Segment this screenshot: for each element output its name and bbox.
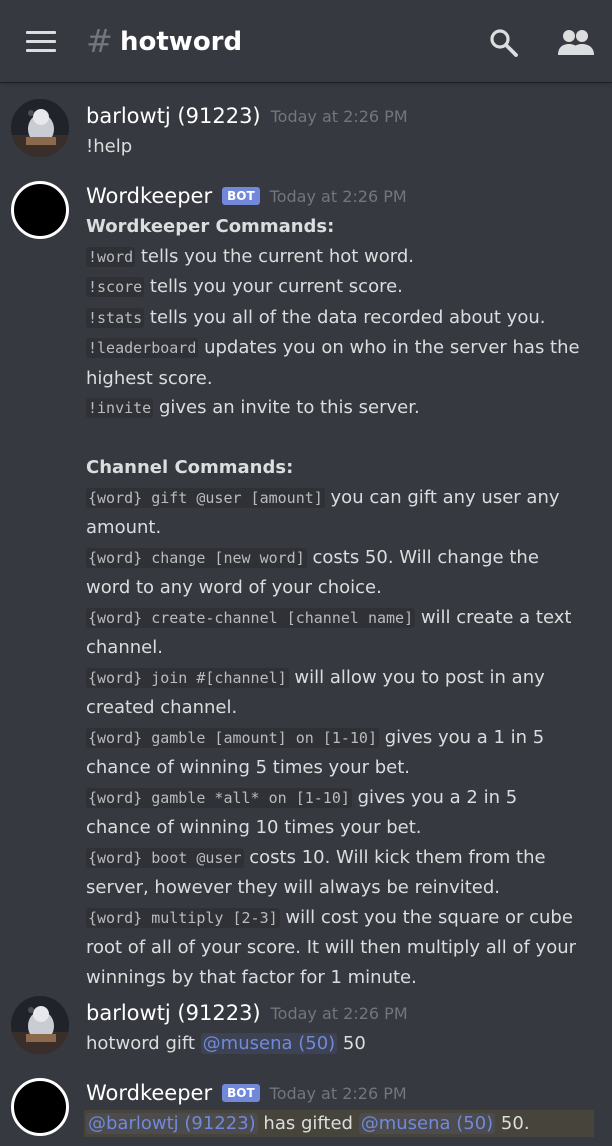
command-code: {word} create-channel [channel name] <box>86 607 416 628</box>
command-code: {word} gift @user [amount] <box>86 487 325 508</box>
bot-avatar[interactable] <box>11 181 69 239</box>
command-line: {word} gift @user [amount] you can gift … <box>86 483 586 543</box>
command-code: !leaderboard <box>86 338 199 358</box>
message-meta: barlowtj (91223) Today at 2:26 PM <box>86 101 408 131</box>
command-description: tells you all of the data recorded about… <box>144 306 546 328</box>
command-code: !stats <box>86 307 145 328</box>
command-line: {word} multiply [2-3] will cost you the … <box>86 903 586 993</box>
bot-tag: BOT <box>222 1084 260 1102</box>
command-line: {word} create-channel [channel name] wil… <box>86 603 586 663</box>
commands-heading: Wordkeeper Commands: <box>86 216 335 237</box>
command-line: {word} change [new word] costs 50. Will … <box>86 543 586 603</box>
command-code: {word} boot @user <box>86 847 244 868</box>
search-icon[interactable] <box>489 28 519 58</box>
command-description: tells you the current hot word. <box>135 245 414 267</box>
channel-hash-icon: # <box>86 22 113 60</box>
command-line: {word} join #[channel] will allow you to… <box>86 663 586 723</box>
command-line: !invite gives an invite to this server. <box>86 393 586 424</box>
message-text: !help <box>86 136 133 157</box>
message-content: hotword gift @musena (50) 50 <box>86 1029 586 1059</box>
channel-name: hotword <box>120 27 243 57</box>
message-text: 50 <box>337 1033 366 1054</box>
timestamp: Today at 2:26 PM <box>270 1003 408 1023</box>
message-content: !help <box>86 132 586 162</box>
command-code: {word} join #[channel] <box>86 667 289 688</box>
command-code: !invite <box>86 398 154 418</box>
user-mention[interactable]: @musena (50) <box>358 1113 496 1134</box>
members-icon[interactable] <box>557 29 595 55</box>
command-code: {word} gamble [amount] on [1-10] <box>86 727 379 748</box>
user-mention[interactable]: @musena (50) <box>200 1033 338 1054</box>
user-mention[interactable]: @barlowtj (91223) <box>86 1113 258 1134</box>
command-code: {word} change [new word] <box>86 547 307 568</box>
user-avatar[interactable] <box>11 99 69 157</box>
message-text: has gifted <box>257 1113 359 1134</box>
command-line: {word} gamble *all* on [1-10] gives you … <box>86 783 586 843</box>
hamburger-menu-icon[interactable] <box>26 31 56 53</box>
command-code: !score <box>86 277 145 297</box>
channel-header: # hotword <box>0 0 612 82</box>
message-meta: Wordkeeper BOT Today at 2:26 PM <box>86 181 407 211</box>
author-name[interactable]: barlowtj (91223) <box>86 1001 261 1025</box>
message-content: Wordkeeper Commands: !word tells you the… <box>86 212 586 992</box>
message-meta: barlowtj (91223) Today at 2:26 PM <box>86 998 408 1028</box>
command-description: tells you your current score. <box>144 276 403 297</box>
message: Wordkeeper BOT Today at 2:26 PM @barlowt… <box>0 1078 612 1146</box>
message-content: @barlowtj (91223) has gifted @musena (50… <box>86 1109 586 1139</box>
message: barlowtj (91223) Today at 2:26 PM hotwor… <box>0 996 612 1059</box>
command-code: {word} multiply [2-3] <box>86 907 280 928</box>
channel-commands-heading: Channel Commands: <box>86 457 294 478</box>
author-name[interactable]: barlowtj (91223) <box>86 104 261 128</box>
command-code: {word} gamble *all* on [1-10] <box>86 787 352 808</box>
timestamp: Today at 2:26 PM <box>269 186 407 206</box>
message-meta: Wordkeeper BOT Today at 2:26 PM <box>86 1078 407 1108</box>
command-description: gives an invite to this server. <box>153 397 420 418</box>
command-line: !word tells you the current hot word. <box>86 242 586 273</box>
command-line: !score tells you your current score. <box>86 272 586 303</box>
timestamp: Today at 2:26 PM <box>270 106 408 126</box>
message-text: 50. <box>495 1113 530 1134</box>
command-code: !word <box>86 246 136 267</box>
message-text: hotword gift <box>86 1033 201 1054</box>
author-name[interactable]: Wordkeeper <box>86 184 212 208</box>
user-avatar[interactable] <box>11 996 69 1054</box>
timestamp: Today at 2:26 PM <box>269 1083 407 1103</box>
command-line: !stats tells you all of the data recorde… <box>86 303 586 334</box>
bot-avatar[interactable] <box>11 1078 69 1136</box>
author-name[interactable]: Wordkeeper <box>86 1081 212 1105</box>
message: barlowtj (91223) Today at 2:26 PM !help <box>0 99 612 162</box>
command-line: {word} gamble [amount] on [1-10] gives y… <box>86 723 586 783</box>
message: Wordkeeper BOT Today at 2:26 PM Wordkeep… <box>0 181 612 988</box>
command-line: !leaderboard updates you on who in the s… <box>86 333 586 393</box>
bot-tag: BOT <box>222 187 260 205</box>
command-line: {word} boot @user costs 10. Will kick th… <box>86 843 586 903</box>
